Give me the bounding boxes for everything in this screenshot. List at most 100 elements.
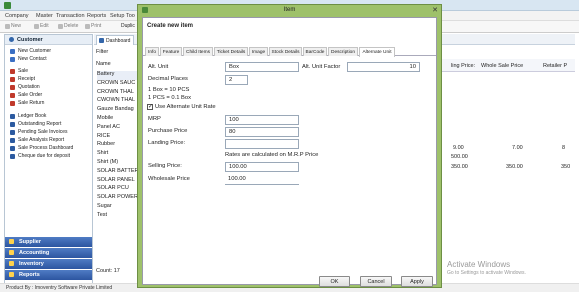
sidebar-item-label: New Customer <box>18 48 52 54</box>
menu-company[interactable]: Company <box>5 13 29 19</box>
list-item[interactable]: Gauze Bandag <box>97 106 137 115</box>
sidebar-item-label: Sale Analysis Report <box>18 137 65 143</box>
new-label: New <box>11 23 22 29</box>
inventory-icon <box>9 261 14 266</box>
landing-price-field[interactable] <box>225 139 299 149</box>
tab-image[interactable]: Image <box>249 47 268 56</box>
edit-button[interactable]: Edit <box>34 23 49 31</box>
list-item[interactable]: Rubber <box>97 141 137 150</box>
sidebar-section-supplier[interactable]: Supplier <box>5 237 92 247</box>
sidebar-item-new-contact[interactable]: New Contact <box>10 56 47 64</box>
tab-alternate-unit[interactable]: Alternate Unit <box>359 47 395 57</box>
list-item[interactable]: SOLAR PANEL <box>97 177 137 186</box>
print-icon <box>85 24 90 29</box>
new-button[interactable]: New <box>5 23 21 31</box>
dialog-title-bar[interactable]: Item ✕ <box>138 5 441 15</box>
alt-unit-factor-field[interactable]: 10 <box>347 62 420 72</box>
grid-cell[interactable]: 350.00 <box>506 164 523 170</box>
menu-transaction[interactable]: Transaction <box>56 13 85 19</box>
dialog-body: Create new item Info Feature Child Items… <box>142 17 437 287</box>
decimal-places-label: Decimal Places <box>148 76 188 82</box>
list-item[interactable]: CWOWN THAL <box>97 97 137 106</box>
list-item[interactable]: CROWN SAUC <box>97 80 137 89</box>
quotation-icon <box>10 85 15 90</box>
sidebar-header[interactable]: Customer <box>5 35 92 45</box>
tab-child-items[interactable]: Child Items <box>183 47 213 56</box>
list-item[interactable]: Test <box>97 212 137 221</box>
menu-tools[interactable]: Too <box>126 13 135 19</box>
grid-cell[interactable]: 7.00 <box>512 145 523 151</box>
sidebar-section-accounting[interactable]: Accounting <box>5 248 92 258</box>
sale-order-icon <box>10 93 15 98</box>
mrp-field[interactable]: 100 <box>225 115 299 125</box>
tab-description[interactable]: Description <box>328 47 358 56</box>
alt-unit-field[interactable]: Box <box>225 62 299 72</box>
print-button[interactable]: Print <box>85 23 101 31</box>
list-item[interactable]: Battery <box>97 71 137 80</box>
sidebar-item-label: Sale <box>18 68 29 74</box>
list-item[interactable]: Mobile <box>97 115 137 124</box>
list-item[interactable]: SOLAR POWER <box>97 194 137 203</box>
supplier-icon <box>9 239 14 244</box>
grid-cell[interactable]: 9.00 <box>453 145 464 151</box>
tab-feature[interactable]: Feature <box>160 47 182 56</box>
sidebar-section-label: Supplier <box>19 239 42 245</box>
grid-cell[interactable]: 350.00 <box>451 164 468 170</box>
sidebar-item-sale-analysis-report[interactable]: Sale Analysis Report <box>10 137 64 145</box>
cancel-button[interactable]: Cancel <box>360 276 392 287</box>
wholesale-price-field[interactable]: 100.00 <box>225 175 299 185</box>
menu-reports[interactable]: Reports <box>87 13 106 19</box>
sidebar-item-label: Sale Return <box>18 100 45 106</box>
list-item[interactable]: Sugar <box>97 203 137 212</box>
list-item[interactable]: SOLAR PCU <box>97 185 137 194</box>
grid-cell[interactable]: 8 <box>562 145 565 151</box>
dashboard-icon <box>10 146 15 151</box>
activate-windows-watermark: Activate Windows Go to Settings to activ… <box>447 260 526 276</box>
sidebar-item-quotation[interactable]: Quotation <box>10 84 40 92</box>
sidebar-item-outstanding-report[interactable]: Outstanding Report <box>10 121 61 129</box>
reports-icon <box>9 272 14 277</box>
sidebar-item-sale-order[interactable]: Sale Order <box>10 92 42 100</box>
grid-header-retailer-price[interactable]: Retailer P <box>543 63 567 69</box>
decimal-places-field[interactable]: 2 <box>225 75 248 85</box>
list-item[interactable]: Shirt <box>97 150 137 159</box>
sidebar-item-sale-process-dashboard[interactable]: Sale Process Dashboard <box>10 145 73 153</box>
sidebar-section-inventory[interactable]: Inventory <box>5 259 92 269</box>
sidebar-item-sale[interactable]: Sale <box>10 68 28 76</box>
menu-master[interactable]: Master <box>36 13 53 19</box>
grid-header-wholesale-price[interactable]: Whole Sale Price <box>481 63 523 69</box>
ok-button[interactable]: OK <box>319 276 350 287</box>
list-item[interactable]: Shirt (M) <box>97 159 137 168</box>
sidebar-item-sale-return[interactable]: Sale Return <box>10 100 44 108</box>
list-item[interactable]: RICE <box>97 133 137 142</box>
grid-cell[interactable]: 500.00 <box>451 154 468 160</box>
selling-price-field[interactable]: 100.00 <box>225 162 299 172</box>
list-item[interactable]: SOLAR BATTER <box>97 168 137 177</box>
purchase-price-field[interactable]: 80 <box>225 127 299 137</box>
sidebar-item-ledger-book[interactable]: Ledger Book <box>10 113 46 121</box>
sidebar-item-pending-sale-invoices[interactable]: Pending Sale Invoices <box>10 129 67 137</box>
sidebar-section-reports[interactable]: Reports <box>5 270 92 280</box>
dialog-tab-strip: Info Feature Child Items Ticket Details … <box>143 47 436 57</box>
delete-button[interactable]: Delete <box>58 23 78 31</box>
tab-ticket-details[interactable]: Ticket Details <box>214 47 248 56</box>
tab-barcode[interactable]: BarCode <box>303 47 327 56</box>
list-item[interactable]: CROWN THAL <box>97 89 137 98</box>
menu-setup[interactable]: Setup <box>110 13 124 19</box>
sidebar-item-new-customer[interactable]: New Customer <box>10 48 51 56</box>
duplicate-button[interactable]: Duplic <box>121 23 135 31</box>
report-icon <box>10 130 15 135</box>
sidebar-item-cheque-due-for-deposit[interactable]: Cheque due for deposit <box>10 153 70 161</box>
grid-cell[interactable]: 350 <box>561 164 570 170</box>
list-item[interactable]: Panel AC <box>97 124 137 133</box>
tab-dashboard[interactable]: Dashboard <box>96 35 134 45</box>
close-icon[interactable]: ✕ <box>432 6 438 14</box>
sidebar-item-receipt[interactable]: Receipt <box>10 76 35 84</box>
name-column-header[interactable]: Name <box>96 61 111 67</box>
tab-info[interactable]: Info <box>145 47 159 56</box>
grid-header-selling-price[interactable]: ling Price: <box>451 63 475 69</box>
tab-stock-details[interactable]: Stock Details <box>269 47 302 56</box>
apply-button[interactable]: Apply <box>401 276 433 287</box>
rates-note: Rates are calculated on M.R.P Price <box>225 152 319 158</box>
use-alt-rate-checkbox[interactable]: ✓ <box>147 104 153 110</box>
